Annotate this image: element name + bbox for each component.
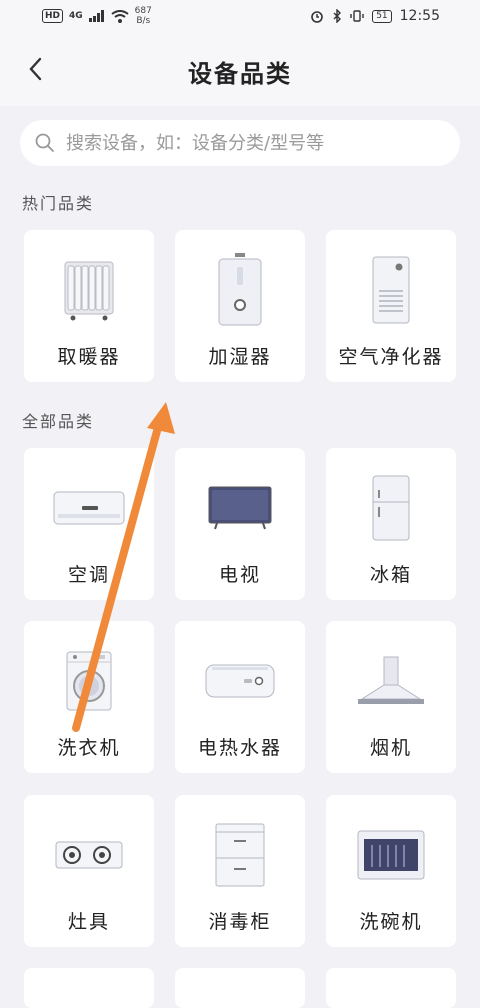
category-card-fridge[interactable]: 冰箱 <box>326 448 456 600</box>
range-hood-icon <box>358 656 424 704</box>
signal-icon <box>88 10 104 22</box>
air-conditioner-icon <box>53 491 125 525</box>
category-card-air-conditioner[interactable]: 空调 <box>24 448 154 600</box>
category-label: 电热水器 <box>197 737 282 759</box>
search-icon <box>35 133 54 152</box>
category-label: 空调 <box>67 564 110 586</box>
alarm-icon <box>311 11 323 23</box>
vibrate-icon <box>350 10 364 22</box>
stove-icon <box>55 841 123 869</box>
title-bar: 设备品类 <box>0 34 480 106</box>
hd-badge: HD <box>42 9 64 23</box>
speed-value: 687 <box>134 6 152 16</box>
category-label: 加湿器 <box>208 346 272 368</box>
wifi-icon <box>111 9 129 23</box>
category-card-dishwasher[interactable]: 洗碗机 <box>326 795 456 947</box>
category-label: 洗衣机 <box>57 737 121 759</box>
speed-unit: B/s <box>136 16 151 26</box>
humidifier-icon <box>218 253 262 326</box>
category-label: 烟机 <box>369 737 412 759</box>
hot-section-title: 热门品类 <box>22 194 95 213</box>
status-bar: HD 4G 687 B/s 51 12:55 <box>0 0 480 34</box>
category-card-partial[interactable] <box>326 968 456 1008</box>
category-card-air-purifier[interactable]: 空气净化器 <box>326 230 456 382</box>
fridge-icon <box>372 475 410 541</box>
sterilizer-icon <box>215 823 265 887</box>
category-label: 消毒柜 <box>208 911 272 933</box>
category-label: 灶具 <box>67 911 110 933</box>
category-card-tv[interactable]: 电视 <box>175 448 305 600</box>
dishwasher-icon <box>357 830 425 880</box>
category-card-washing-machine[interactable]: 洗衣机 <box>24 621 154 773</box>
search-bar[interactable] <box>20 120 460 166</box>
washing-machine-icon <box>66 651 112 711</box>
network-speed: 687 B/s <box>135 6 152 26</box>
category-card-range-hood[interactable]: 烟机 <box>326 621 456 773</box>
bluetooth-icon <box>333 9 342 23</box>
category-card-humidifier[interactable]: 加湿器 <box>175 230 305 382</box>
signal-label: 4G <box>69 11 83 21</box>
category-card-partial[interactable] <box>175 968 305 1008</box>
page-title: 设备品类 <box>188 60 292 88</box>
search-input[interactable] <box>64 131 438 155</box>
all-section-title: 全部品类 <box>22 412 95 431</box>
battery-icon: 51 <box>372 9 392 23</box>
category-label: 冰箱 <box>369 564 412 586</box>
category-label: 空气净化器 <box>338 346 444 368</box>
category-card-partial[interactable] <box>24 968 154 1008</box>
tv-icon <box>208 486 272 530</box>
category-card-heater[interactable]: 取暖器 <box>24 230 154 382</box>
category-label: 洗碗机 <box>359 911 423 933</box>
category-card-water-heater[interactable]: 电热水器 <box>175 621 305 773</box>
air-purifier-icon <box>372 256 410 324</box>
clock: 12:55 <box>399 8 440 24</box>
category-label: 取暖器 <box>57 346 121 368</box>
category-card-stove[interactable]: 灶具 <box>24 795 154 947</box>
water-heater-icon <box>205 664 275 698</box>
category-label: 电视 <box>218 564 261 586</box>
heater-icon <box>64 261 114 321</box>
category-card-sterilizer[interactable]: 消毒柜 <box>175 795 305 947</box>
